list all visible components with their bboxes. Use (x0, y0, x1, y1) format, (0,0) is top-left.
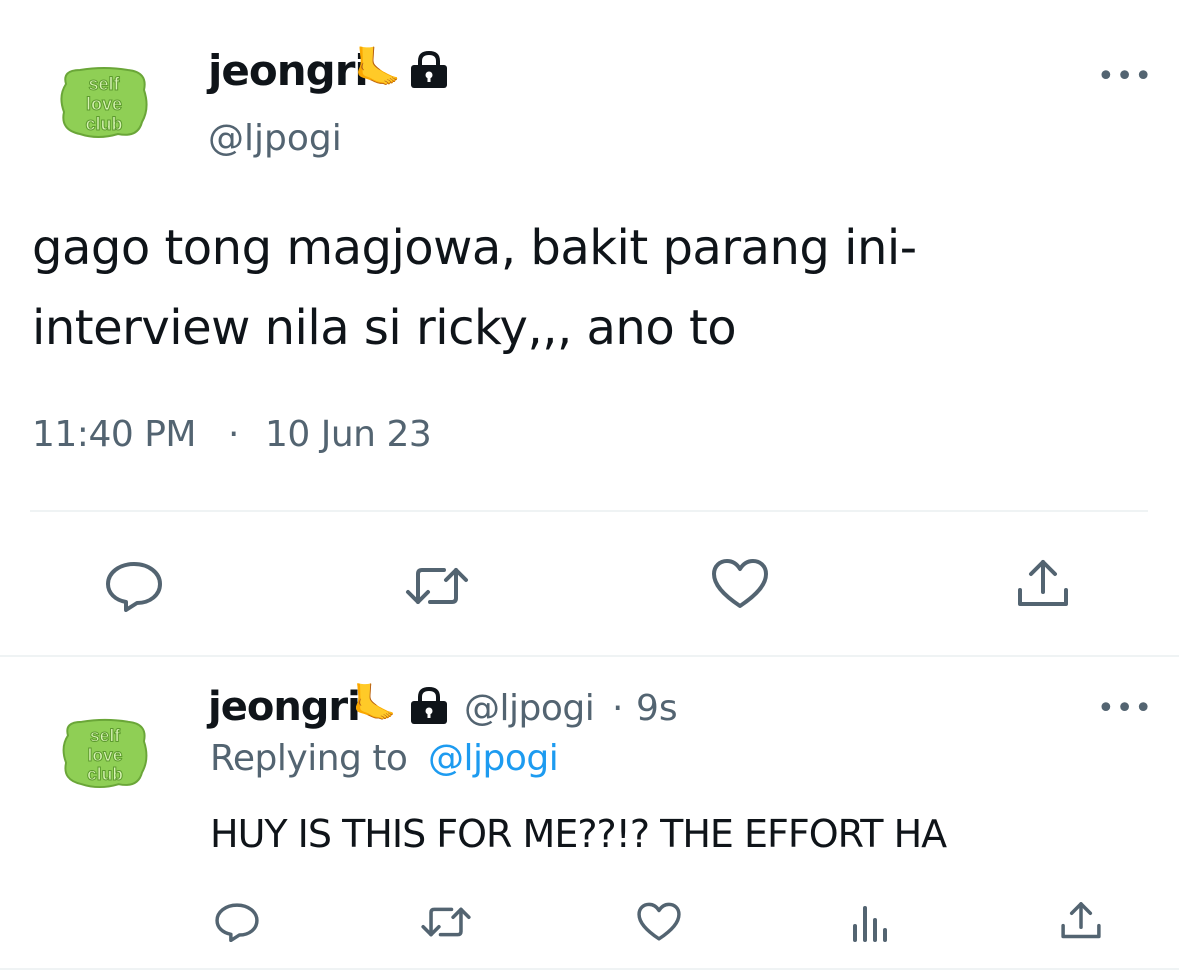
reply-avatar-self-text: self (90, 725, 120, 745)
views-icon[interactable] (850, 904, 890, 942)
tweet-divider (0, 655, 1179, 657)
more-options-button[interactable]: ••• (1097, 62, 1153, 92)
lock-icon (408, 50, 450, 90)
avatar[interactable]: self love club (58, 64, 150, 140)
reply-author-handle[interactable]: @ljpogi (464, 688, 595, 729)
reply-share-icon[interactable] (1060, 900, 1102, 942)
tweet-text-line-1: gago tong magjowa, bakit parang ini- (32, 220, 917, 276)
replying-to-handle[interactable]: @ljpogi (428, 738, 559, 779)
tweet-time[interactable]: 11:40 PM (32, 414, 196, 455)
reply-avatar-club-text: club (87, 764, 123, 784)
time-separator: · (228, 414, 240, 455)
reply-reply-icon[interactable] (214, 902, 260, 942)
reply-avatar[interactable]: self love club (60, 716, 150, 790)
retweet-icon[interactable] (404, 564, 470, 608)
reply-foot-emoji: 🦶 (352, 683, 397, 724)
reply-more-options-button[interactable]: ••• (1097, 694, 1153, 724)
author-handle[interactable]: @ljpogi (208, 118, 342, 159)
replying-to-label: Replying to (210, 738, 408, 779)
avatar-club-text: club (85, 114, 122, 134)
reply-retweet-icon[interactable] (420, 904, 472, 940)
author-name[interactable]: jeongri (208, 46, 369, 95)
avatar-love-text: love (86, 94, 122, 114)
share-icon[interactable] (1016, 558, 1070, 610)
reply-author-name[interactable]: jeongri (208, 684, 361, 730)
bottom-divider (0, 968, 1179, 970)
reply-age[interactable]: 9s (636, 688, 678, 729)
action-divider (30, 510, 1148, 512)
reply-meta-separator: · (612, 688, 624, 729)
tweet-text-line-2: interview nila si ricky,,, ano to (32, 300, 737, 356)
reply-icon[interactable] (104, 560, 164, 612)
reply-lock-icon (408, 686, 450, 726)
heart-icon[interactable] (710, 558, 770, 610)
foot-emoji: 🦶 (354, 45, 402, 89)
tweet-date[interactable]: 10 Jun 23 (265, 414, 432, 455)
reply-avatar-love-text: love (87, 745, 122, 765)
avatar-self-text: self (88, 74, 120, 94)
reply-text: HUY IS THIS FOR ME??!? THE EFFORT HA (210, 812, 947, 856)
reply-heart-icon[interactable] (636, 902, 682, 942)
